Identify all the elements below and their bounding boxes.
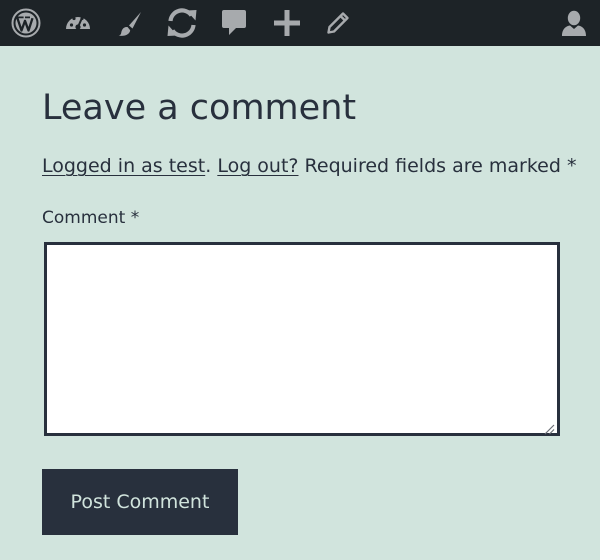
textarea-resize-handle[interactable] <box>543 420 555 435</box>
wordpress-logo-button[interactable] <box>6 0 46 46</box>
edit-button[interactable] <box>318 0 358 46</box>
edit-icon <box>325 10 351 36</box>
new-content-button[interactable] <box>266 0 308 46</box>
comments-icon <box>220 8 248 38</box>
new-content-icon <box>272 8 302 38</box>
wordpress-logo-icon <box>11 8 41 38</box>
admin-bar <box>0 0 600 46</box>
updates-icon <box>164 6 200 40</box>
customize-button[interactable] <box>110 0 150 46</box>
user-account-icon <box>560 9 588 37</box>
logged-in-notice: Logged in as test. Log out? Required fie… <box>42 154 576 178</box>
updates-button[interactable] <box>160 0 204 46</box>
comment-form-title: Leave a comment <box>42 88 357 128</box>
notice-separator: . <box>205 155 212 177</box>
comment-textarea[interactable] <box>44 242 560 436</box>
comment-required-asterisk: * <box>130 208 140 228</box>
dashboard-icon <box>64 9 92 37</box>
customize-brush-icon <box>116 9 144 37</box>
required-asterisk: * <box>566 155 577 177</box>
post-comment-button[interactable]: Post Comment <box>42 469 238 535</box>
dashboard-button[interactable] <box>58 0 98 46</box>
log-out-link[interactable]: Log out? <box>217 155 298 177</box>
required-fields-notice: Required fields are marked <box>304 155 561 177</box>
comment-label-text: Comment <box>42 208 126 228</box>
user-account-button[interactable] <box>554 0 594 46</box>
logged-in-as-link[interactable]: Logged in as test <box>42 155 205 177</box>
comment-label: Comment * <box>42 208 139 228</box>
comments-button[interactable] <box>214 0 254 46</box>
